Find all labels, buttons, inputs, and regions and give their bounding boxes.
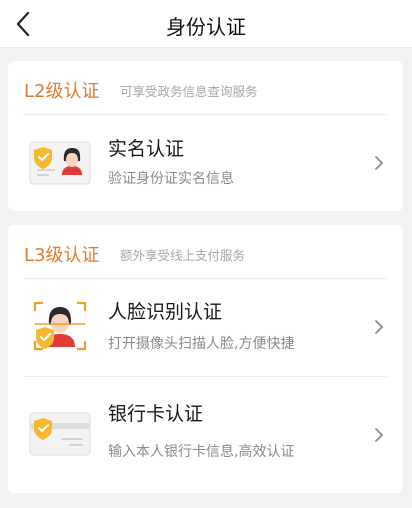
nav-bar: 身份认证 [0, 0, 412, 48]
level-label: L3级认证 [24, 245, 100, 266]
item-subtitle: 验证身份证实名信息 [108, 171, 234, 187]
chevron-right-icon [375, 156, 383, 170]
chevron-right-icon [375, 320, 383, 334]
section-l3: L3级认证 额外享受线上支付服务 人脸识别认证 打开摄像头扫描人脸,方便快捷 银… [8, 225, 403, 493]
item-title: 实名认证 [108, 138, 185, 160]
id-card-icon [29, 141, 91, 185]
level-description: 额外享受线上支付服务 [120, 248, 246, 263]
bank-card-item[interactable]: 银行卡认证 输入本人银行卡信息,高效认证 [8, 377, 403, 487]
real-name-auth-item[interactable]: 实名认证 验证身份证实名信息 [8, 115, 403, 211]
level-description: 可享受政务信息查询服务 [120, 84, 258, 99]
section-header: L2级认证 可享受政务信息查询服务 [8, 61, 403, 113]
face-scan-icon [33, 301, 87, 351]
level-label: L2级认证 [24, 81, 100, 102]
section-l2: L2级认证 可享受政务信息查询服务 实名认证 验证身份证实名信息 [8, 61, 403, 211]
face-recognition-item[interactable]: 人脸识别认证 打开摄像头扫描人脸,方便快捷 [8, 279, 403, 376]
item-subtitle: 打开摄像头扫描人脸,方便快捷 [108, 336, 295, 352]
bank-card-icon [29, 412, 91, 456]
item-subtitle: 输入本人银行卡信息,高效认证 [108, 444, 295, 460]
page-title: 身份认证 [166, 15, 246, 39]
item-title: 银行卡认证 [108, 403, 204, 425]
chevron-right-icon [375, 428, 383, 442]
section-header: L3级认证 额外享受线上支付服务 [8, 225, 403, 277]
item-title: 人脸识别认证 [108, 301, 223, 323]
